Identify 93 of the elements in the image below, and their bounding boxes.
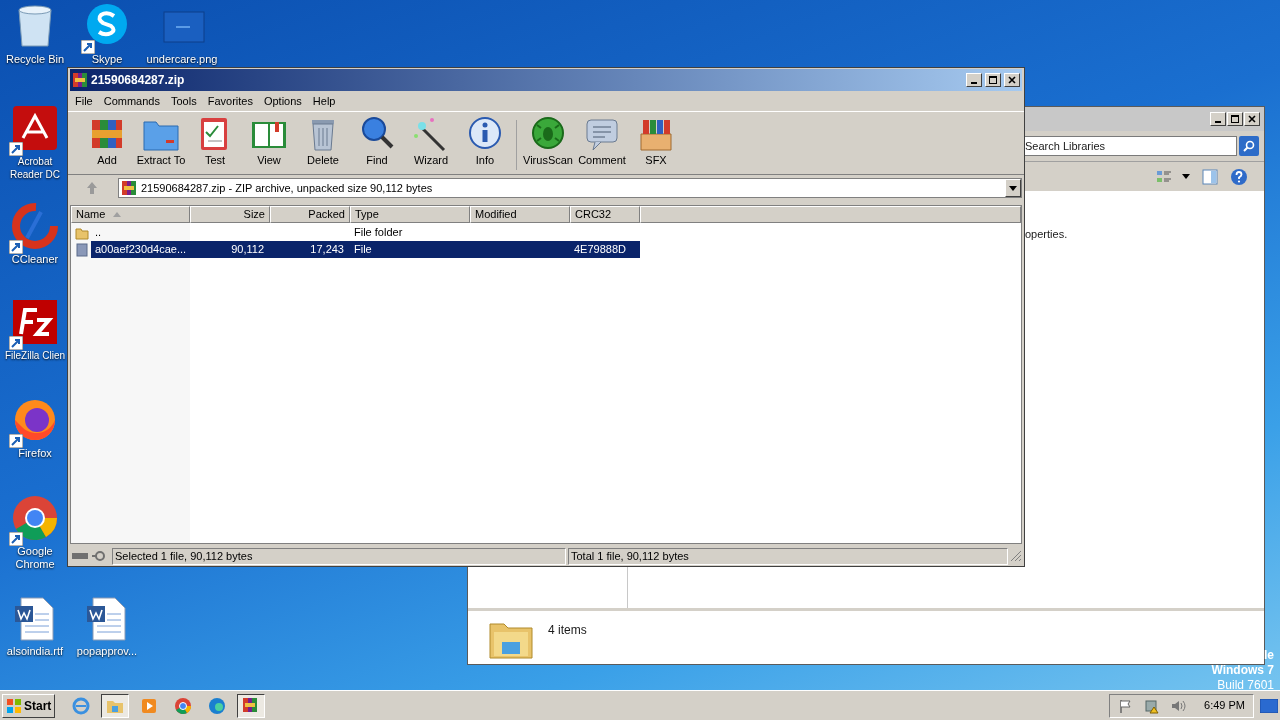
item-count: 4 items xyxy=(548,622,587,639)
toolbar-button[interactable]: Delete xyxy=(296,114,350,167)
toolbar-button[interactable]: Wizard xyxy=(404,114,458,167)
file-icon xyxy=(75,242,89,257)
close-icon xyxy=(1008,76,1016,84)
search-button[interactable] xyxy=(1239,136,1259,156)
info-icon xyxy=(466,114,504,152)
table-cell-text: a00aef230d4cae... xyxy=(95,242,187,258)
windows-version-text: le xyxy=(1264,648,1274,663)
minimize-button[interactable] xyxy=(1210,112,1226,126)
table-cell-text: 90,112 xyxy=(231,242,264,258)
desktop-icon-label[interactable]: Skype xyxy=(75,53,139,66)
status-text: Selected 1 file, 90,112 bytes xyxy=(112,547,566,565)
toolbar-button[interactable]: Comment xyxy=(575,114,629,167)
desktop-icon-label[interactable]: undercare.png xyxy=(146,53,218,66)
archive-icon xyxy=(121,180,137,196)
toolbar-button[interactable]: Find xyxy=(350,114,404,167)
menu-item[interactable]: Options xyxy=(258,91,307,111)
desktop-icon-label[interactable]: alsoindia.rtf xyxy=(3,645,67,658)
toolbar-button[interactable]: VirusScan xyxy=(521,114,575,167)
minimize-button[interactable] xyxy=(966,73,982,87)
play-icon xyxy=(140,696,159,715)
column-header[interactable]: Size xyxy=(190,206,270,223)
column-header[interactable]: CRC32 xyxy=(570,206,640,223)
help-icon xyxy=(1230,167,1248,186)
dropdown-caret-icon xyxy=(1182,174,1190,179)
maximize-button[interactable] xyxy=(1227,112,1243,126)
search-icon xyxy=(1243,140,1255,152)
table-cell-text: 17,243 xyxy=(310,242,344,258)
view-options-icon xyxy=(1156,168,1172,185)
desktop-icon-label[interactable]: Acrobat Reader DC xyxy=(3,155,67,181)
taskbar-app-button[interactable] xyxy=(237,693,266,718)
selected-row[interactable]: a00aef230d4cae... 90,112 17,243 File 4E79888D xyxy=(91,241,640,258)
winrar-logo-icon xyxy=(72,72,88,88)
ccleaner-logo-icon xyxy=(11,202,59,250)
toolbar-button[interactable]: Test xyxy=(188,114,242,167)
sort-arrow-icon xyxy=(113,212,122,217)
address-field[interactable]: 21590684287.zip - ZIP archive, unpacked size 90,112 bytes xyxy=(118,178,1022,198)
dropdown-button[interactable] xyxy=(1005,179,1021,197)
preview-pane-icon xyxy=(1202,168,1218,185)
toolbar-button[interactable]: View xyxy=(242,114,296,167)
desktop-icon-label[interactable]: Firefox xyxy=(3,447,67,460)
file-row[interactable]: .. File folder xyxy=(91,224,640,241)
menu-item[interactable]: Help xyxy=(307,91,341,111)
chrome-logo-icon xyxy=(11,494,59,542)
search-field[interactable]: Search Libraries xyxy=(1023,136,1237,156)
column-header[interactable]: Modified xyxy=(470,206,570,223)
menu-item[interactable]: Commands xyxy=(98,91,165,111)
up-arrow-icon xyxy=(87,182,97,194)
desktop-icon-label[interactable]: Google Chrome xyxy=(3,545,67,571)
menu-item[interactable]: File xyxy=(70,91,98,111)
taskbar-app-button[interactable] xyxy=(101,693,130,718)
windows-version-text: Windows 7 xyxy=(1211,663,1274,678)
maximize-button[interactable] xyxy=(985,73,1001,87)
clock-time: 6:49 PM xyxy=(1204,698,1245,714)
resize-grip-icon xyxy=(1010,550,1022,562)
maximize-icon xyxy=(989,76,997,84)
menu-item[interactable]: Tools xyxy=(166,91,202,111)
table-cell-text: File folder xyxy=(354,225,403,241)
folder-icon xyxy=(75,225,89,240)
table-cell-text: 4E79888D xyxy=(574,242,626,258)
close-icon xyxy=(1248,115,1256,123)
desktop-icon-label[interactable]: Recycle Bin xyxy=(3,53,67,66)
desktop-icon-label[interactable]: popapprov... xyxy=(75,645,139,658)
menu-item[interactable]: Favorites xyxy=(202,91,258,111)
toolbar-button[interactable]: Add xyxy=(80,114,134,167)
column-header[interactable]: Name xyxy=(71,206,190,223)
start-button[interactable]: Start xyxy=(2,693,56,718)
toolbar-button[interactable]: Extract To xyxy=(134,114,188,167)
column-header[interactable]: Type xyxy=(350,206,470,223)
desktop-icon-label[interactable]: CCleaner xyxy=(3,253,67,266)
maximize-icon xyxy=(1231,115,1239,123)
acrobat-logo-icon xyxy=(11,104,59,152)
browser-e-icon xyxy=(72,696,91,715)
toolbar-button[interactable]: SFX xyxy=(629,114,683,167)
column-header[interactable]: Packed xyxy=(270,206,350,223)
edge-logo-icon xyxy=(208,696,227,715)
toolbar-button[interactable]: Info xyxy=(458,114,512,167)
filezilla-logo-icon xyxy=(11,298,59,346)
table-cell-text: .. xyxy=(95,225,102,241)
table-cell-text: File xyxy=(354,242,372,258)
bug-icon xyxy=(529,114,567,152)
info-text: operties. xyxy=(1025,228,1068,240)
windows-logo-icon xyxy=(6,697,22,714)
windows-version-text: Build 7601 xyxy=(1217,678,1274,693)
show-desktop-icon xyxy=(1260,698,1278,713)
close-button[interactable] xyxy=(1244,112,1260,126)
desktop-icon-label[interactable]: FileZilla Clien xyxy=(3,349,67,362)
status-text: Total 1 file, 90,112 bytes xyxy=(568,547,1008,565)
chrome-logo-icon xyxy=(174,696,193,715)
window-title: 21590684287.zip xyxy=(91,72,186,89)
network-warning-icon xyxy=(1144,697,1161,714)
close-button[interactable] xyxy=(1004,73,1020,87)
